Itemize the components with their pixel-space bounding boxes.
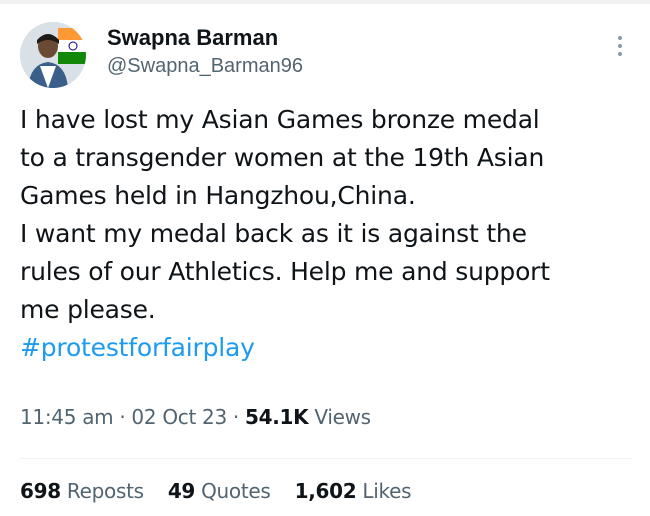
likes-stat[interactable]: 1,602 Likes xyxy=(295,476,412,506)
author-names: Swapna Barman @Swapna_Barman96 xyxy=(107,24,303,80)
tweet-header: Swapna Barman @Swapna_Barman96 xyxy=(20,22,632,88)
more-dot xyxy=(618,52,622,56)
avatar[interactable] xyxy=(20,22,86,88)
avatar-image xyxy=(20,22,86,88)
views-label: Views xyxy=(314,405,371,429)
more-vertical-icon[interactable] xyxy=(608,36,632,66)
tweet-date[interactable]: 02 Oct 23 xyxy=(131,405,227,429)
quotes-count: 49 xyxy=(167,479,196,503)
views-count: 54.1K xyxy=(244,405,309,429)
meta-separator: · xyxy=(232,405,239,429)
more-dot xyxy=(618,44,622,48)
quotes-label: Quotes xyxy=(201,479,271,503)
tweet-line: rules of our Athletics. Help me and supp… xyxy=(20,257,550,286)
stats-divider xyxy=(20,458,632,459)
meta-separator: · xyxy=(119,405,126,429)
tweet-line: I have lost my Asian Games bronze medal xyxy=(20,105,540,134)
tweet-line: Games held in Hangzhou,China. xyxy=(20,181,416,210)
reposts-label: Reposts xyxy=(66,479,144,503)
quotes-stat[interactable]: 49 Quotes xyxy=(168,476,271,506)
likes-label: Likes xyxy=(362,479,412,503)
more-dot xyxy=(618,36,622,40)
author-display-name[interactable]: Swapna Barman xyxy=(107,24,303,52)
reposts-count: 698 xyxy=(20,479,61,503)
tweet-line: me please. xyxy=(20,295,156,324)
tweet-line: I want my medal back as it is against th… xyxy=(20,219,527,248)
reposts-stat[interactable]: 698 Reposts xyxy=(20,476,144,506)
engagement-stats: 698 Reposts 49 Quotes 1,602 Likes xyxy=(20,476,429,506)
author-handle[interactable]: @Swapna_Barman96 xyxy=(107,52,303,80)
likes-count: 1,602 xyxy=(294,479,357,503)
tweet-time[interactable]: 11:45 am xyxy=(20,405,114,429)
tweet-meta: 11:45 am · 02 Oct 23 · 54.1K Views xyxy=(20,402,371,432)
top-divider-strip xyxy=(0,0,650,4)
hashtag-link[interactable]: #protestforfairplay xyxy=(20,333,255,362)
tweet-line: to a transgender women at the 19th Asian xyxy=(20,143,545,172)
tweet-body: I have lost my Asian Games bronze medal … xyxy=(20,101,635,367)
